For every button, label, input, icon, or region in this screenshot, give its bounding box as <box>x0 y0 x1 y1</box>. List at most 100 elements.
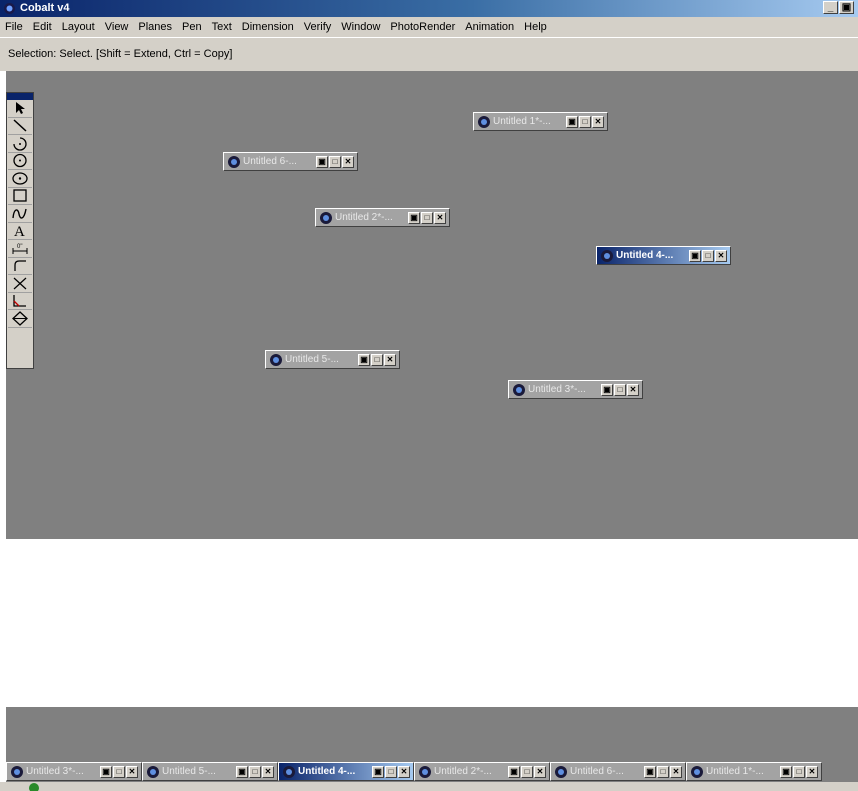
restore-button[interactable]: ▣ <box>408 211 420 224</box>
chamfer-icon[interactable] <box>8 293 32 310</box>
window-title: Untitled 4-... <box>616 250 674 261</box>
globe-icon <box>29 783 39 791</box>
app-title: Cobalt v4 <box>20 2 70 14</box>
strip-window-untitled-5[interactable]: Untitled 5-... ▣ □ ✕ <box>142 762 278 781</box>
maximize-button[interactable]: □ <box>657 765 669 778</box>
document-icon <box>320 211 332 224</box>
menu-view[interactable]: View <box>100 21 134 33</box>
strip-window-untitled-1[interactable]: Untitled 1*-... ▣ □ ✕ <box>686 762 822 781</box>
rectangle-icon[interactable] <box>8 188 32 205</box>
restore-button[interactable]: ▣ <box>839 1 854 14</box>
menu-text[interactable]: Text <box>207 21 237 33</box>
document-icon <box>228 155 240 168</box>
restore-button[interactable]: ▣ <box>644 765 656 778</box>
maximize-button[interactable]: □ <box>329 155 341 168</box>
close-icon[interactable]: ✕ <box>627 383 639 396</box>
document-icon <box>270 353 282 366</box>
strip-window-untitled-3[interactable]: Untitled 3*-... ▣ □ ✕ <box>6 762 142 781</box>
restore-button[interactable]: ▣ <box>372 765 384 778</box>
menu-animation[interactable]: Animation <box>460 21 519 33</box>
document-icon <box>513 383 525 396</box>
close-icon[interactable]: ✕ <box>126 765 138 778</box>
minimized-window-strip: Untitled 3*-... ▣ □ ✕ Untitled 5-... ▣ □ ✕ U… <box>6 762 822 782</box>
line-icon[interactable] <box>8 118 32 135</box>
minimized-window-untitled-5[interactable]: Untitled 5-... ▣ □ ✕ <box>265 350 400 369</box>
select-arrow-icon[interactable] <box>8 100 32 118</box>
close-icon[interactable]: ✕ <box>715 249 727 262</box>
restore-button[interactable]: ▣ <box>508 765 520 778</box>
window-title: Untitled 6-... <box>570 766 624 777</box>
mdi-workspace[interactable] <box>6 71 858 539</box>
menu-layout[interactable]: Layout <box>57 21 100 33</box>
menu-edit[interactable]: Edit <box>28 21 57 33</box>
menu-verify[interactable]: Verify <box>299 21 337 33</box>
close-icon[interactable]: ✕ <box>342 155 354 168</box>
maximize-button[interactable]: □ <box>521 765 533 778</box>
maximize-button[interactable]: □ <box>385 765 397 778</box>
minimize-button[interactable]: _ <box>823 1 838 14</box>
window-title: Untitled 3*-... <box>528 384 586 395</box>
document-icon <box>11 765 23 778</box>
close-icon[interactable]: ✕ <box>398 765 410 778</box>
prompt-bar: Selection: Select. [Shift = Extend, Ctrl… <box>0 37 858 71</box>
maximize-button[interactable]: □ <box>113 765 125 778</box>
window-title: Untitled 1*-... <box>493 116 551 127</box>
restore-button[interactable]: ▣ <box>236 765 248 778</box>
spline-icon[interactable] <box>8 205 32 223</box>
fillet-icon[interactable] <box>8 258 32 275</box>
restore-button[interactable]: ▣ <box>358 353 370 366</box>
document-icon <box>419 765 431 778</box>
maximize-button[interactable]: □ <box>614 383 626 396</box>
menu-bar: File Edit Layout View Planes Pen Text Di… <box>0 17 858 37</box>
window-title: Untitled 2*-... <box>335 212 393 223</box>
menu-pen[interactable]: Pen <box>177 21 207 33</box>
restore-button[interactable]: ▣ <box>689 249 701 262</box>
close-icon[interactable]: ✕ <box>806 765 818 778</box>
close-icon[interactable]: ✕ <box>670 765 682 778</box>
dimension-icon[interactable]: 0" <box>8 240 32 258</box>
strip-window-untitled-6[interactable]: Untitled 6-... ▣ □ ✕ <box>550 762 686 781</box>
minimized-window-untitled-3[interactable]: Untitled 3*-... ▣ □ ✕ <box>508 380 643 399</box>
restore-button[interactable]: ▣ <box>100 765 112 778</box>
menu-photorender[interactable]: PhotoRender <box>385 21 460 33</box>
arc-icon[interactable] <box>8 135 32 153</box>
tool-palette: A 0" <box>6 92 34 369</box>
menu-file[interactable]: File <box>0 21 28 33</box>
close-icon[interactable]: ✕ <box>384 353 396 366</box>
window-title: Untitled 6-... <box>243 156 297 167</box>
maximize-button[interactable]: □ <box>421 211 433 224</box>
close-icon[interactable]: ✕ <box>262 765 274 778</box>
close-icon[interactable]: ✕ <box>592 115 604 128</box>
menu-help[interactable]: Help <box>519 21 552 33</box>
maximize-button[interactable]: □ <box>793 765 805 778</box>
tool-palette-grip[interactable] <box>7 93 33 100</box>
close-icon[interactable]: ✕ <box>534 765 546 778</box>
minimized-window-untitled-6[interactable]: Untitled 6-... ▣ □ ✕ <box>223 152 358 171</box>
strip-window-untitled-2[interactable]: Untitled 2*-... ▣ □ ✕ <box>414 762 550 781</box>
strip-window-untitled-4[interactable]: Untitled 4-... ▣ □ ✕ <box>278 762 414 781</box>
minimized-window-untitled-4[interactable]: Untitled 4-... ▣ □ ✕ <box>596 246 731 265</box>
minimized-window-untitled-2[interactable]: Untitled 2*-... ▣ □ ✕ <box>315 208 450 227</box>
restore-button[interactable]: ▣ <box>601 383 613 396</box>
close-icon[interactable]: ✕ <box>434 211 446 224</box>
window-title: Untitled 3*-... <box>26 766 84 777</box>
minimized-window-untitled-1[interactable]: Untitled 1*-... ▣ □ ✕ <box>473 112 608 131</box>
menu-planes[interactable]: Planes <box>133 21 177 33</box>
circle-icon[interactable] <box>8 153 32 170</box>
text-tool-icon[interactable]: A <box>8 223 32 240</box>
trim-icon[interactable] <box>8 275 32 293</box>
menu-dimension[interactable]: Dimension <box>237 21 299 33</box>
document-icon <box>555 765 567 778</box>
restore-button[interactable]: ▣ <box>566 115 578 128</box>
maximize-button[interactable]: □ <box>579 115 591 128</box>
ellipse-icon[interactable] <box>8 170 32 188</box>
maximize-button[interactable]: □ <box>371 353 383 366</box>
selection-prompt: Selection: Select. [Shift = Extend, Ctrl… <box>8 48 233 60</box>
restore-button[interactable]: ▣ <box>780 765 792 778</box>
svg-text:0": 0" <box>17 244 22 250</box>
plane-icon[interactable] <box>8 310 32 328</box>
menu-window[interactable]: Window <box>336 21 385 33</box>
maximize-button[interactable]: □ <box>249 765 261 778</box>
maximize-button[interactable]: □ <box>702 249 714 262</box>
restore-button[interactable]: ▣ <box>316 155 328 168</box>
